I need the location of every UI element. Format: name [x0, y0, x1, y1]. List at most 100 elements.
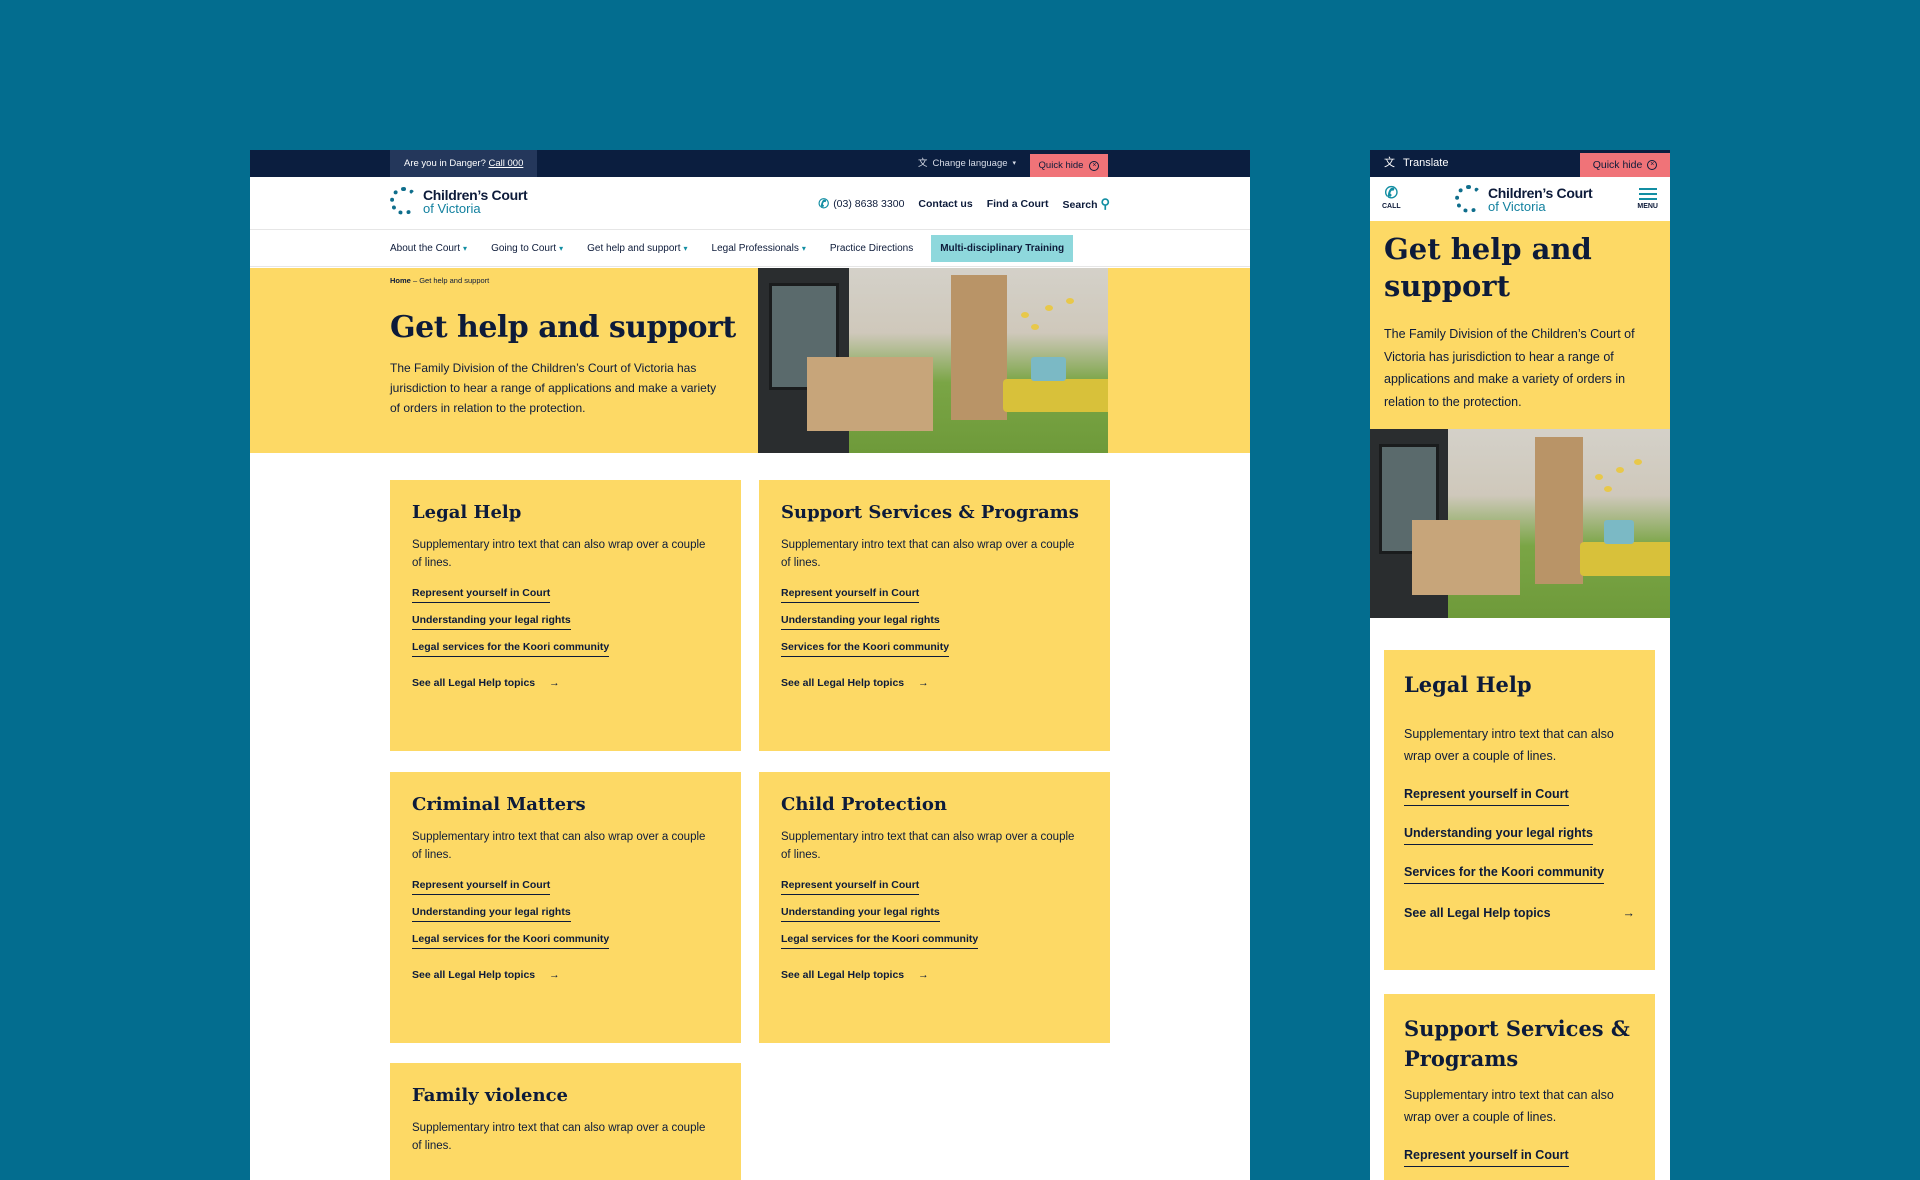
card-intro: Supplementary intro text that can also w… [1404, 1088, 1614, 1124]
arrow-right-icon: → [918, 969, 929, 981]
arrow-right-icon: → [918, 677, 929, 689]
card-link[interactable]: Understanding your legal rights [781, 614, 940, 630]
card-title: Legal Help [1404, 672, 1532, 697]
call-button[interactable]: ✆ CALL [1382, 183, 1401, 210]
mobile-header: ✆ CALL Children’s Court of Victoria MENU [1370, 177, 1670, 221]
nav-item-practice-directions[interactable]: Practice Directions [830, 243, 913, 254]
card-link[interactable]: Services for the Koori community [1404, 865, 1605, 884]
card-link[interactable]: Represent yourself in Court [1404, 787, 1569, 806]
card-title: Legal Help [412, 502, 522, 523]
card-link[interactable]: Understanding your legal rights [1404, 826, 1593, 845]
site-logo[interactable]: Children’s Court of Victoria [390, 186, 528, 216]
card-link[interactable]: Represent yourself in Court [781, 879, 920, 895]
card-intro: Supplementary intro text that can also w… [412, 539, 706, 569]
card-link[interactable]: Represent yourself in Court [781, 587, 920, 603]
logo-line-2: of Victoria [423, 200, 481, 216]
mobile-top-bar: 文 Translate Quick hide × [1370, 150, 1670, 177]
card-link[interactable]: Legal services for the Koori community [781, 933, 979, 949]
card-link[interactable]: Represent yourself in Court [412, 587, 551, 603]
translate-button[interactable]: 文 Translate [1384, 150, 1448, 177]
contact-us-link[interactable]: Contact us [918, 198, 972, 210]
card-link[interactable]: Understanding your legal rights [412, 906, 571, 922]
card-intro: Supplementary intro text that can also w… [412, 1122, 706, 1152]
page-title: Get help and support [390, 310, 736, 345]
arrow-right-icon: → [549, 969, 560, 981]
card-child-protection: Child Protection Supplementary intro tex… [759, 772, 1110, 1043]
logo-mark-icon [1455, 185, 1483, 213]
quick-hide-label: Quick hide [1038, 160, 1084, 171]
mobile-hero: Get help and support The Family Division… [1370, 221, 1670, 429]
nav-item-get-help[interactable]: Get help and support ▾ [587, 243, 687, 254]
card-support-services: Support Services & Programs Supplementar… [1384, 994, 1655, 1180]
hero-image [1370, 429, 1670, 618]
nav-item-multidisciplinary-training[interactable]: Multi-disciplinary Training [931, 234, 1074, 262]
menu-button[interactable]: MENU [1637, 183, 1658, 210]
breadcrumb-home[interactable]: Home [390, 276, 411, 285]
site-header: Children’s Court of Victoria ✆ (03) 8638… [250, 177, 1250, 230]
nav-label: About the Court [390, 242, 461, 254]
nav-item-legal-professionals[interactable]: Legal Professionals ▾ [712, 243, 806, 254]
nav-label: Going to Court [491, 242, 557, 254]
breadcrumb-separator: – [412, 276, 418, 285]
card-title: Support Services & Programs [781, 502, 1079, 523]
see-all-label: See all Legal Help topics [781, 677, 905, 689]
danger-banner[interactable]: Are you in Danger? Call 000 [390, 150, 538, 177]
card-title: Child Protection [781, 794, 947, 815]
close-circle-icon: × [1647, 160, 1658, 170]
nav-item-going-to-court[interactable]: Going to Court ▾ [491, 243, 563, 254]
phone-link[interactable]: ✆ (03) 8638 3300 [818, 196, 904, 212]
hero-description: The Family Division of the Children’s Co… [1384, 327, 1635, 409]
translate-icon: 文 [1384, 157, 1395, 169]
card-link[interactable]: Represent yourself in Court [412, 879, 551, 895]
page-title: Get help and support [1384, 232, 1592, 303]
logo-line-1: Children’s Court [1488, 184, 1593, 201]
breadcrumb-current: Get help and support [419, 276, 490, 285]
quick-hide-button[interactable]: Quick hide × [1030, 154, 1108, 177]
card-title: Support Services & Programs [1404, 1016, 1630, 1071]
logo-mark-icon [390, 187, 418, 215]
translate-label: Translate [1403, 157, 1449, 169]
hero-banner: Home – Get help and support Get help and… [250, 268, 1250, 453]
change-language-button[interactable]: 文 Change language ▾ [918, 150, 1016, 177]
card-intro: Supplementary intro text that can also w… [1404, 727, 1614, 763]
find-a-court-link[interactable]: Find a Court [987, 198, 1049, 210]
see-all-link[interactable]: See all Legal Help topics → [412, 677, 719, 689]
card-link[interactable]: Services for the Koori community [781, 641, 950, 657]
menu-icon [1637, 183, 1658, 200]
chevron-down-icon: ▾ [1012, 160, 1017, 167]
phone-icon: ✆ [1384, 185, 1399, 202]
main-nav: About the Court ▾ Going to Court ▾ Get hel… [250, 230, 1250, 267]
see-all-link[interactable]: See all Legal Help topics → [781, 969, 1088, 981]
card-title: Criminal Matters [412, 794, 586, 815]
nav-item-about[interactable]: About the Court ▾ [390, 243, 467, 254]
chevron-down-icon: ▾ [463, 243, 468, 253]
quick-hide-button[interactable]: Quick hide × [1580, 153, 1670, 177]
header-links: ✆ (03) 8638 3300 Contact us Find a Court… [818, 177, 1110, 230]
card-intro: Supplementary intro text that can also w… [781, 539, 1075, 569]
card-link[interactable]: Legal services for the Koori community [412, 641, 610, 657]
close-circle-icon: × [1089, 160, 1100, 171]
see-all-link[interactable]: See all Legal Help topics → [412, 969, 719, 981]
desktop-mockup: Are you in Danger? Call 000 文 Change lan… [250, 150, 1250, 1180]
card-link[interactable]: Understanding your legal rights [412, 614, 571, 630]
card-link[interactable]: Understanding your legal rights [781, 906, 940, 922]
see-all-label: See all Legal Help topics [412, 969, 536, 981]
nav-label: Legal Professionals [711, 242, 799, 254]
card-family-violence: Family violence Supplementary intro text… [390, 1063, 741, 1180]
hero-image [758, 268, 1108, 453]
chevron-down-icon: ▾ [683, 243, 688, 253]
card-link[interactable]: Legal services for the Koori community [412, 933, 610, 949]
nav-label: Get help and support [587, 242, 681, 254]
card-support-services: Support Services & Programs Supplementar… [759, 480, 1110, 751]
see-all-label: See all Legal Help topics [412, 677, 536, 689]
see-all-label: See all Legal Help topics [781, 969, 905, 981]
search-button[interactable]: Search ⚲ [1063, 196, 1110, 212]
site-logo[interactable]: Children’s Court of Victoria [1455, 184, 1593, 213]
logo-line-1: Children’s Court [423, 186, 528, 203]
see-all-link[interactable]: See all Legal Help topics → [1404, 906, 1635, 920]
danger-text: Are you in Danger? [404, 158, 486, 169]
call-000-link[interactable]: Call 000 [489, 158, 524, 169]
see-all-link[interactable]: See all Legal Help topics → [781, 677, 1088, 689]
card-link[interactable]: Represent yourself in Court [1404, 1148, 1569, 1167]
quick-hide-label: Quick hide [1592, 159, 1643, 171]
